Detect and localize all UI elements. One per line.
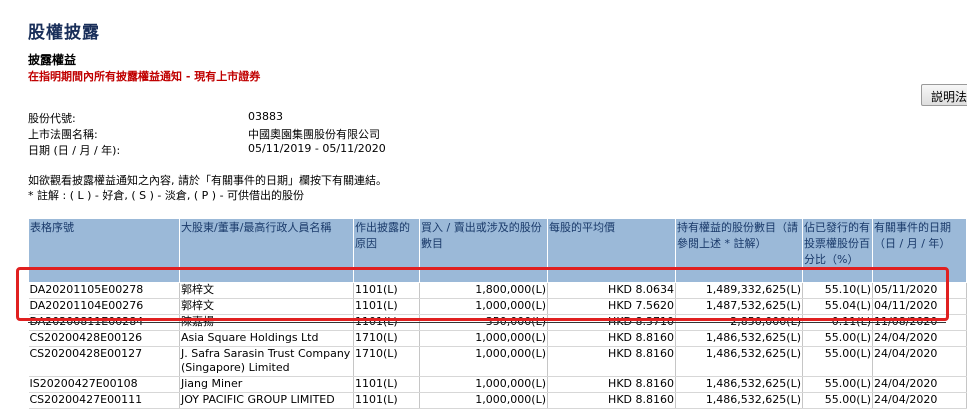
avg-price-cell: HKD 8.8160 <box>547 346 676 377</box>
event-date-link[interactable]: 24/04/2020 <box>872 330 967 347</box>
form-no-cell: CS20200428E00127 <box>28 346 180 377</box>
shares-held-cell: 1,486,532,625(L) <box>675 330 803 347</box>
form-no-cell: IS20200427E00108 <box>28 376 180 393</box>
avg-price-cell: HKD 8.8160 <box>547 330 676 347</box>
shares-involved-cell: 1,000,000(L) <box>419 392 548 409</box>
shares-involved-cell: 1,000,000(L) <box>419 330 548 347</box>
company-name-value: 中國奧園集團股份有限公司 <box>248 128 380 141</box>
reason-cell: 1101(L) <box>353 376 420 393</box>
name-cell: J. Safra Sarasin Trust Company (Singapor… <box>179 346 354 377</box>
shares-involved-cell: 1,000,000(L) <box>419 346 548 377</box>
instruction-note: 如欲觀看披露權益通知之內容, 請於「有關事件的日期」欄按下有關連結。 <box>28 174 387 187</box>
reason-cell: 1710(L) <box>353 330 420 347</box>
date-range-value: 05/11/2019 - 05/11/2020 <box>248 142 386 155</box>
name-cell: Jiang Miner <box>179 376 354 393</box>
date-range-label: 日期 (日 / 月 / 年): <box>28 144 121 157</box>
table-row: CS20200428E00126 Asia Square Holdings Lt… <box>28 330 967 347</box>
avg-price-cell: HKD 8.8160 <box>547 376 676 393</box>
reason-cell: 1710(L) <box>353 346 420 377</box>
event-date-link[interactable]: 24/04/2020 <box>872 376 967 393</box>
percentage-cell: 55.00(L) <box>802 330 873 347</box>
explain-button[interactable]: 説明法 <box>921 84 967 106</box>
page-title: 股權披露 <box>28 23 100 43</box>
avg-price-cell: HKD 8.8160 <box>547 392 676 409</box>
shares-held-cell: 1,486,532,625(L) <box>675 346 803 377</box>
shares-held-cell: 1,486,532,625(L) <box>675 392 803 409</box>
name-cell: Asia Square Holdings Ltd <box>179 330 354 347</box>
form-no-cell: CS20200428E00126 <box>28 330 180 347</box>
stock-code-value: 03883 <box>248 110 283 123</box>
section-subtitle: 在指明期間內所有披露權益通知 - 現有上市證券 <box>28 70 261 83</box>
shares-held-cell: 1,486,532,625(L) <box>675 376 803 393</box>
stock-code-label: 股份代號: <box>28 112 76 125</box>
shares-involved-cell: 1,000,000(L) <box>419 376 548 393</box>
table-row: IS20200427E00108 Jiang Miner 1101(L) 1,0… <box>28 376 967 393</box>
highlight-annotation-box <box>16 267 949 321</box>
name-cell: JOY PACIFIC GROUP LIMITED <box>179 392 354 409</box>
company-name-label: 上市法團名稱: <box>28 128 98 141</box>
event-date-link[interactable]: 24/04/2020 <box>872 392 967 409</box>
event-date-link[interactable]: 24/04/2020 <box>872 346 967 377</box>
table-row: CS20200428E00127 J. Safra Sarasin Trust … <box>28 346 967 377</box>
form-no-cell: CS20200427E00111 <box>28 392 180 409</box>
legend-note: * 註解 : ( L ) - 好倉, ( S ) - 淡倉, ( P ) - 可… <box>28 189 305 202</box>
percentage-cell: 55.00(L) <box>802 376 873 393</box>
reason-cell: 1101(L) <box>353 392 420 409</box>
section-title: 披露權益 <box>28 53 77 67</box>
table-row: CS20200427E00111 JOY PACIFIC GROUP LIMIT… <box>28 392 967 409</box>
percentage-cell: 55.00(L) <box>802 392 873 409</box>
percentage-cell: 55.00(L) <box>802 346 873 377</box>
strikethrough-line <box>28 322 946 323</box>
